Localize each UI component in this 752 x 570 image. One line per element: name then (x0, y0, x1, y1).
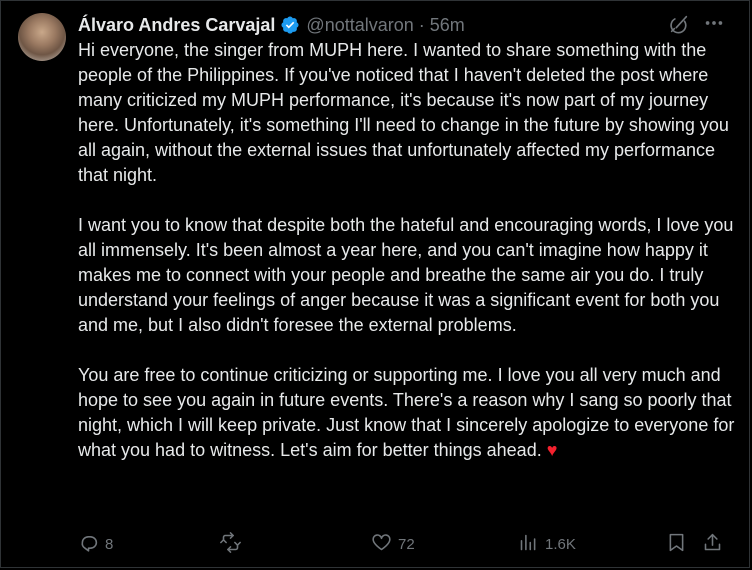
bookmark-icon (666, 532, 687, 557)
like-count: 72 (398, 535, 415, 553)
verified-badge-icon (280, 15, 300, 35)
post-paragraph: Hi everyone, the singer from MUPH here. … (78, 40, 729, 185)
tweet-header: Álvaro Andres Carvajal @nottalvaron · 56… (78, 13, 465, 37)
post-paragraph: You are free to continue criticizing or … (78, 363, 738, 463)
share-button[interactable] (702, 531, 723, 557)
tweet-card: Álvaro Andres Carvajal @nottalvaron · 56… (0, 0, 750, 568)
separator-dot: · (418, 14, 425, 35)
reply-count: 8 (105, 535, 114, 553)
like-icon (371, 532, 392, 557)
views-icon (518, 532, 539, 557)
post-paragraph-text: You are free to continue criticizing or … (78, 365, 735, 460)
post-time[interactable]: 56m (430, 15, 465, 36)
reply-icon (78, 532, 99, 557)
like-button[interactable]: 72 (371, 531, 415, 557)
reply-button[interactable]: 8 (78, 531, 113, 557)
repost-button[interactable] (220, 531, 247, 557)
post-paragraph: I want you to know that despite both the… (78, 215, 734, 335)
author-handle[interactable]: @nottalvaron (306, 15, 413, 36)
share-icon (702, 532, 723, 557)
post-text: Hi everyone, the singer from MUPH here. … (78, 38, 738, 488)
repost-icon (220, 531, 241, 557)
bookmark-button[interactable] (666, 531, 687, 557)
grok-icon[interactable] (668, 13, 690, 35)
views-count: 1.6K (545, 535, 576, 553)
views-button[interactable]: 1.6K (518, 531, 576, 557)
action-bar: 8 72 1.6K (78, 531, 728, 557)
heart-emoji-icon: ♥ (546, 440, 558, 460)
avatar[interactable] (18, 13, 66, 61)
more-icon[interactable] (703, 12, 725, 34)
author-name[interactable]: Álvaro Andres Carvajal (78, 15, 275, 36)
